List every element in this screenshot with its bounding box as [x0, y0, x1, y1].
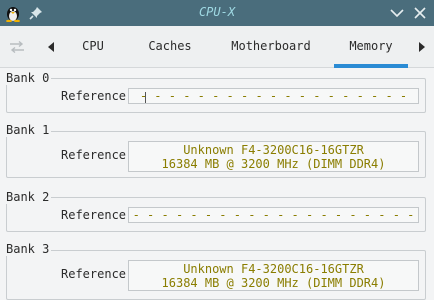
bank-3-reference-label: Reference: [61, 267, 127, 281]
tab-caches[interactable]: Caches: [138, 26, 202, 68]
sidebar-toggle-icon[interactable]: [0, 26, 34, 68]
chevron-down-icon[interactable]: [388, 4, 406, 22]
tab-memory[interactable]: Memory: [334, 26, 408, 68]
bank-0-reference-field[interactable]: - - - - - - - - - - - - - - - - - - -: [128, 88, 419, 104]
bank-0-reference-label: Reference: [61, 89, 127, 103]
tab-motherboard[interactable]: Motherboard: [222, 26, 320, 68]
bank-3-reference-field[interactable]: Unknown F4-3200C16-16GTZR 16384 MB @ 320…: [128, 260, 419, 291]
title-bar: CPU-X: [0, 0, 434, 26]
bank-2-reference-label: Reference: [61, 208, 127, 222]
bank-2-label: Bank 2: [6, 190, 52, 204]
text-cursor: [145, 92, 146, 103]
bank-2-reference-field[interactable]: - - - - - - - - - - - - - - - - - - - -: [128, 207, 419, 223]
tab-scroll-right-icon[interactable]: [411, 26, 433, 68]
bank-0-label: Bank 0: [6, 71, 52, 85]
bank-1-label: Bank 1: [6, 123, 52, 137]
tab-bar: CPU Caches Motherboard Memory: [0, 26, 434, 68]
bank-1-reference-label: Reference: [61, 148, 127, 162]
tab-cpu[interactable]: CPU: [70, 26, 116, 68]
tab-scroll-left-icon[interactable]: [40, 26, 62, 68]
close-icon[interactable]: [411, 4, 429, 22]
window-title: CPU-X: [198, 5, 236, 19]
memory-panel: Bank 0 Reference - - - - - - - - - - - -…: [0, 68, 434, 300]
bank-3-label: Bank 3: [6, 242, 52, 256]
bank-1-reference-field[interactable]: Unknown F4-3200C16-16GTZR 16384 MB @ 320…: [128, 141, 419, 172]
